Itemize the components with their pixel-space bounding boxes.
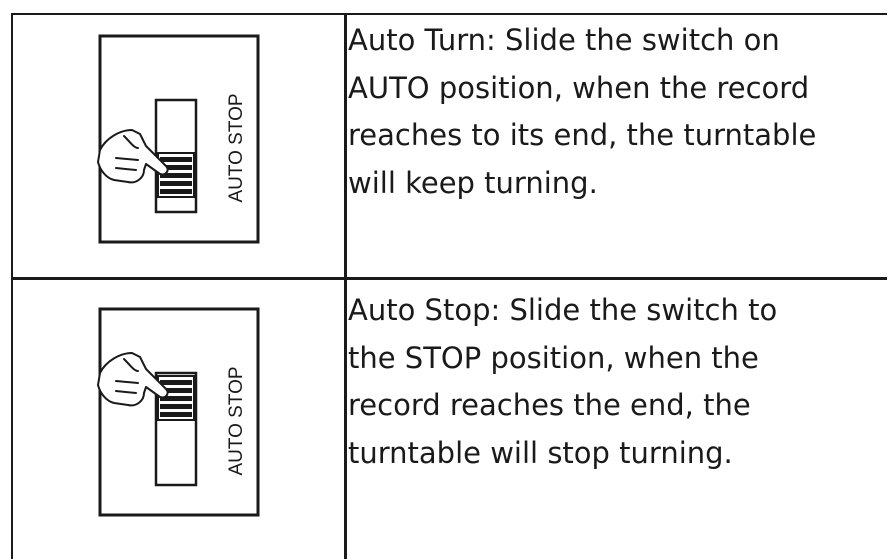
auto-stop-switch-illustration: AUTO STOP: [97, 307, 260, 517]
switch-label: AUTO STOP: [226, 366, 247, 475]
auto-turn-switch-illustration: AUTO STOP: [97, 34, 260, 244]
auto-turn-description: Auto Turn: Slide the switch on AUTO posi…: [348, 23, 817, 200]
auto-stop-description: Auto Stop: Slide the switch to the STOP …: [348, 293, 778, 470]
row-divider: [13, 277, 887, 280]
column-divider: [344, 15, 347, 559]
switch-label: AUTO STOP: [226, 93, 247, 202]
